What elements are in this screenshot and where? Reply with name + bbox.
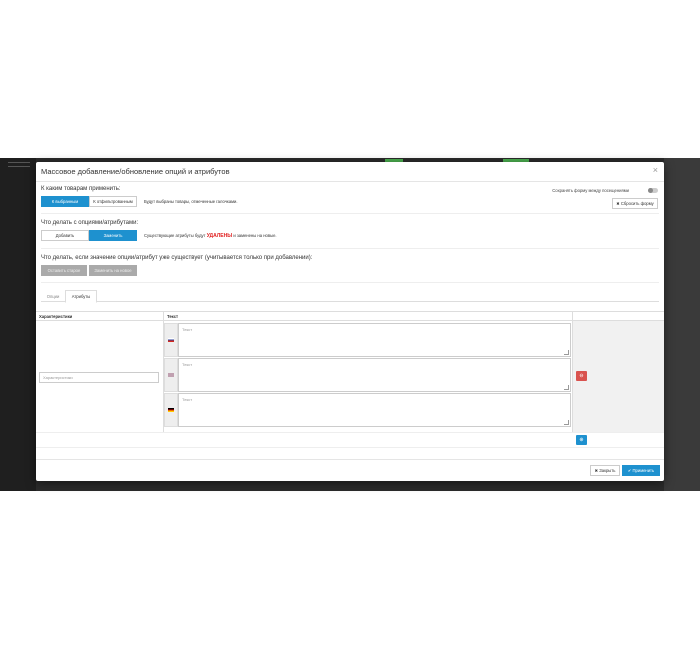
- language-row-en: Текст: [164, 358, 571, 392]
- apply-to-group: К выбранным К отфильтрованным: [41, 196, 137, 207]
- background-sidebar-line: [8, 162, 30, 163]
- action-help-after: и заменены на новые.: [233, 233, 277, 238]
- minus-circle-icon: ⊖: [579, 373, 584, 379]
- divider: [41, 213, 659, 214]
- action-help-before: Существующие атрибуты будут: [144, 233, 206, 238]
- remember-form-label: Сохранять форму между посещениями: [552, 188, 629, 193]
- column-header-characteristics: Характеристики: [36, 311, 164, 321]
- modal-title: Массовое добавление/обновление опций и а…: [41, 167, 230, 176]
- apply-to-filtered-button[interactable]: К отфильтрованным: [89, 196, 137, 207]
- background-sidebar-line: [8, 166, 30, 167]
- divider: [36, 432, 664, 433]
- plus-circle-icon: ⊕: [579, 437, 584, 443]
- column-header-actions: [573, 311, 664, 321]
- flag-en-icon: [168, 373, 174, 377]
- divider: [41, 248, 659, 249]
- action-help-removed: УДАЛЕНЫ: [206, 233, 233, 239]
- modal-footer: ✖ Закрыть ✔ Применить: [36, 459, 664, 481]
- keep-old-button[interactable]: Оставить старое: [41, 265, 87, 276]
- divider: [41, 282, 659, 283]
- close-icon[interactable]: ×: [653, 165, 658, 175]
- action-group: Добавить Заменить: [41, 230, 137, 241]
- language-row-ru: Текст: [164, 323, 571, 357]
- flag-ru-cell: [164, 323, 178, 357]
- delete-row-button[interactable]: ⊖: [576, 371, 587, 381]
- column-header-text: Текст: [164, 311, 573, 321]
- apply-button[interactable]: ✔ Применить: [622, 465, 660, 476]
- text-area-en[interactable]: Текст: [178, 358, 571, 392]
- divider: [36, 447, 664, 448]
- apply-to-label: К каким товарам применить:: [41, 186, 121, 192]
- flag-en-cell: [164, 358, 178, 392]
- flag-ru-icon: [168, 338, 174, 342]
- action-help: Существующие атрибуты будут УДАЛЕНЫ и за…: [144, 233, 277, 239]
- apply-to-help: Будут выбраны товары, отмеченные галочка…: [144, 199, 238, 204]
- bulk-options-modal: Массовое добавление/обновление опций и а…: [36, 162, 664, 481]
- characteristic-input[interactable]: Характеристики: [39, 372, 159, 383]
- language-row-de: Текст: [164, 393, 571, 427]
- if-exists-label: Что делать, если значение опции/атрибут …: [41, 255, 313, 261]
- background-sidebar: [0, 158, 36, 491]
- remember-form-toggle[interactable]: [648, 188, 658, 193]
- if-exists-group: Оставить старое Заменить на новое: [41, 265, 137, 276]
- apply-to-selected-button[interactable]: К выбранным: [41, 196, 89, 207]
- text-area-ru[interactable]: Текст: [178, 323, 571, 357]
- replace-new-button[interactable]: Заменить на новое: [89, 265, 137, 276]
- text-area-de[interactable]: Текст: [178, 393, 571, 427]
- flag-de-icon: [168, 408, 174, 412]
- modal-header: Массовое добавление/обновление опций и а…: [36, 162, 664, 182]
- reset-form-button[interactable]: ✖ Сбросить форму: [612, 198, 658, 209]
- replace-mode-button[interactable]: Заменить: [89, 230, 137, 241]
- tabs: Опции Атрибуты: [41, 290, 659, 303]
- background-right: [664, 158, 700, 491]
- close-button[interactable]: ✖ Закрыть: [590, 465, 620, 476]
- tab-options[interactable]: Опции: [41, 290, 65, 302]
- add-row-button[interactable]: ⊕: [576, 435, 587, 445]
- add-mode-button[interactable]: Добавить: [41, 230, 89, 241]
- flag-de-cell: [164, 393, 178, 427]
- tab-attributes[interactable]: Атрибуты: [65, 290, 97, 303]
- action-label: Что делать с опциями/атрибутами:: [41, 220, 139, 226]
- column-divider: [572, 311, 573, 432]
